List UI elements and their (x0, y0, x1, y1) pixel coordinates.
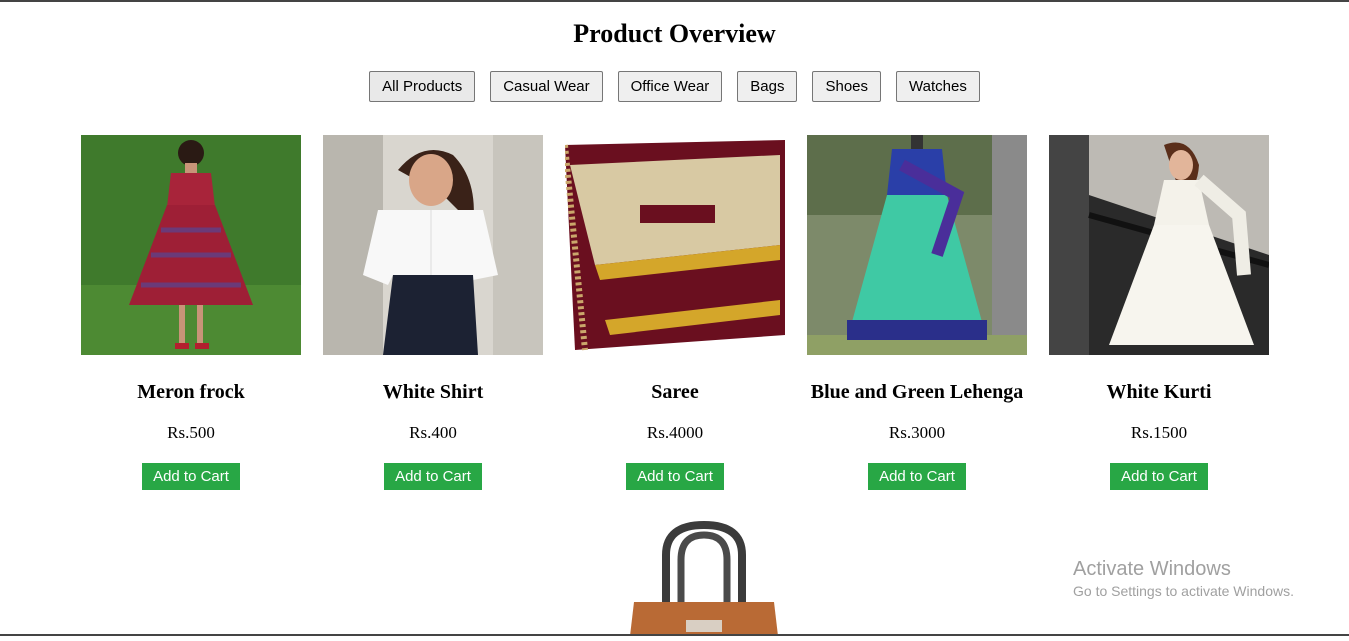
product-price: Rs.400 (409, 423, 457, 442)
watermark-title: Activate Windows (1073, 558, 1231, 580)
product-card: Saree Rs.4000 Add to Cart (565, 135, 785, 490)
filter-office-wear-button[interactable]: Office Wear (617, 71, 723, 102)
product-name: White Kurti (1106, 381, 1212, 403)
product-image[interactable] (81, 135, 301, 355)
add-to-cart-button[interactable]: Add to Cart (142, 463, 240, 490)
product-name: Blue and Green Lehenga (810, 381, 1024, 403)
product-name: Meron frock (137, 381, 245, 403)
product-name: Saree (651, 381, 699, 403)
product-price: Rs.500 (167, 423, 215, 442)
filter-all-products-button[interactable]: All Products (369, 71, 476, 102)
top-border (0, 0, 1349, 2)
filter-bags-button[interactable]: Bags (737, 71, 798, 102)
product-price: Rs.4000 (646, 423, 704, 442)
product-card: Blue and Green Lehenga Rs.3000 Add to Ca… (807, 135, 1027, 490)
filter-bar: All Products Casual Wear Office Wear Bag… (0, 71, 1349, 102)
watermark-subtitle: Go to Settings to activate Windows. (1073, 583, 1294, 599)
product-name: White Shirt (382, 381, 484, 403)
add-to-cart-button[interactable]: Add to Cart (868, 463, 966, 490)
product-image[interactable] (807, 135, 1027, 355)
product-card: Meron frock Rs.500 Add to Cart (81, 135, 301, 490)
add-to-cart-button[interactable]: Add to Cart (1110, 463, 1208, 490)
windows-activation-watermark: Activate Windows Go to Settings to activ… (1073, 557, 1294, 601)
filter-watches-button[interactable]: Watches (896, 71, 980, 102)
page-title: Product Overview (573, 19, 776, 48)
product-image[interactable] (1049, 135, 1269, 355)
product-price: Rs.1500 (1130, 423, 1188, 442)
filter-casual-wear-button[interactable]: Casual Wear (490, 71, 603, 102)
add-to-cart-button[interactable]: Add to Cart (626, 463, 724, 490)
product-price: Rs.3000 (888, 423, 946, 442)
filter-shoes-button[interactable]: Shoes (812, 71, 882, 102)
product-card: White Shirt Rs.400 Add to Cart (323, 135, 543, 490)
product-image-bag[interactable] (626, 520, 782, 636)
add-to-cart-button[interactable]: Add to Cart (384, 463, 482, 490)
product-card: White Kurti Rs.1500 Add to Cart (1049, 135, 1269, 490)
product-image[interactable] (323, 135, 543, 355)
product-image[interactable] (565, 135, 785, 355)
